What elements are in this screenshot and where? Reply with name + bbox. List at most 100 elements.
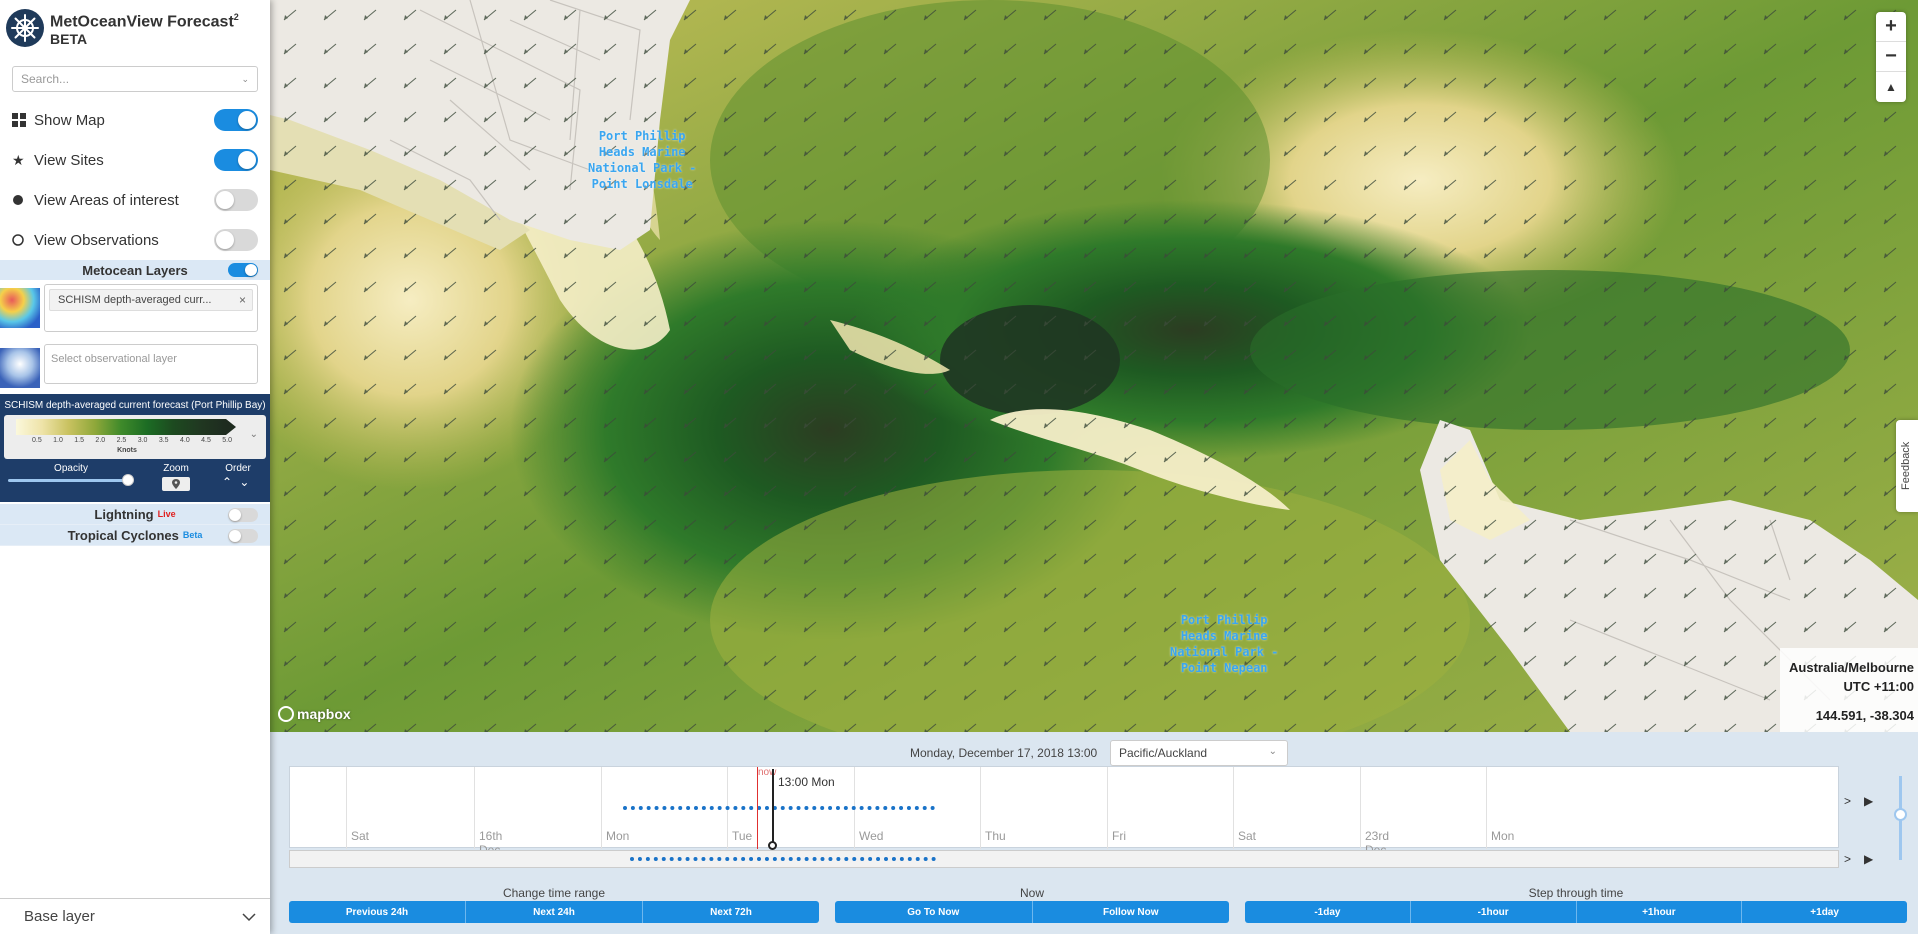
view-observations-switch[interactable] [214, 229, 258, 251]
order-label: Order [225, 463, 251, 474]
minus-1hour-button[interactable]: -1hour [1410, 901, 1577, 923]
legend-box[interactable]: 0.5 1.0 1.5 2.0 2.5 3.0 3.5 4.0 4.5 5.0 Knots ⌄ [4, 415, 266, 459]
feedback-tab[interactable]: Feedback [1896, 420, 1918, 512]
legend-tick: 1.0 [53, 437, 63, 444]
zoom-in-button[interactable]: + [1876, 12, 1906, 42]
observation-thumbnail[interactable] [0, 348, 40, 388]
observation-placeholder: Select observational layer [51, 353, 177, 365]
next-24h-button[interactable]: Next 24h [466, 901, 643, 923]
opacity-slider-track[interactable] [8, 479, 134, 482]
search-input[interactable]: Search... ⌄ [12, 66, 258, 92]
opacity-label: Opacity [54, 463, 88, 474]
base-layer-label: Base layer [24, 908, 95, 925]
lightning-label: Lightning [94, 506, 154, 522]
current-field-svg [270, 0, 1918, 732]
layer-controls: Opacity Zoom Order ⌃ ⌄ [4, 463, 266, 493]
mapbox-logo[interactable]: mapbox [278, 706, 351, 722]
view-areas-switch[interactable] [214, 189, 258, 211]
chevron-up-icon[interactable]: ⌃ [222, 475, 232, 489]
toggle-label: View Areas of interest [34, 191, 179, 209]
chevron-right-icon[interactable]: > [1844, 794, 1851, 808]
map-label-point-nepean[interactable]: Port Phillip Heads Marine National Park -P… [1170, 612, 1278, 676]
timeline-day-label: Tue [732, 829, 753, 843]
plus-1hour-button[interactable]: +1hour [1576, 901, 1743, 923]
dot-icon [12, 194, 34, 206]
toggle-view-areas: View Areas of interest [0, 180, 270, 220]
location-pin-icon [172, 479, 180, 489]
layer-thumbnail[interactable] [0, 288, 40, 328]
legend-unit: Knots [117, 447, 137, 454]
timeline-day-label: Mon [1491, 829, 1515, 843]
live-badge: Live [157, 509, 176, 519]
toggle-list: Show Map ★ View Sites View Areas of inte… [0, 100, 270, 260]
map-utc-offset: UTC +11:00 [1843, 679, 1914, 694]
chevron-down-icon[interactable]: ⌄ [250, 429, 258, 440]
chevron-down-icon [242, 912, 256, 921]
lightning-switch[interactable] [228, 508, 258, 522]
legend-panel: SCHISM depth-averaged current forecast (… [0, 394, 270, 502]
map-label-point-lonsdale[interactable]: Port Phillip Heads Marine National Park -P… [588, 128, 696, 192]
close-icon[interactable]: × [239, 293, 246, 307]
view-sites-switch[interactable] [214, 149, 258, 171]
map-coordinates: 144.591, -38.304 [1815, 708, 1914, 723]
time-cursor[interactable] [772, 769, 774, 847]
compass-button[interactable]: ▲ [1876, 72, 1906, 102]
legend-tick: 2.0 [95, 437, 106, 444]
metocean-layers-header: Metocean Layers [0, 260, 270, 280]
time-cursor-label: 13:00 Mon [778, 775, 835, 789]
tropical-cyclones-switch[interactable] [228, 529, 258, 543]
show-map-switch[interactable] [214, 109, 258, 131]
time-cursor-handle[interactable] [768, 841, 777, 850]
observation-layer-select[interactable]: Select observational layer [44, 344, 258, 384]
feedback-label: Feedback [1900, 441, 1912, 490]
toggle-label: View Sites [34, 151, 104, 169]
legend-color-bar [16, 419, 226, 435]
metocean-layer-row: SCHISM depth-averaged curr... × [0, 280, 270, 340]
app-subtitle: BETA [50, 30, 88, 47]
opacity-slider-thumb[interactable] [121, 474, 134, 486]
zoom-label: Zoom [163, 463, 189, 474]
timeline-day: Sat [1233, 767, 1256, 849]
next-72h-button[interactable]: Next 72h [643, 901, 819, 923]
section-title: Metocean Layers [82, 262, 188, 278]
beta-badge: Beta [182, 530, 203, 540]
slider-thumb[interactable] [1894, 808, 1907, 821]
chevron-down-icon: ⌄ [1268, 746, 1277, 757]
timeline-zoom-slider[interactable] [1890, 768, 1910, 868]
timeline-day: Sat [346, 767, 369, 849]
timeline-day-label: Sat [351, 829, 370, 843]
minus-1day-button[interactable]: -1day [1245, 901, 1411, 923]
timezone-value: Pacific/Auckland [1119, 746, 1208, 760]
observation-layer-row: Select observational layer [0, 340, 270, 394]
follow-now-button[interactable]: Follow Now [1032, 901, 1229, 923]
legend-arrow-icon [226, 419, 236, 435]
map-canvas[interactable]: Port Phillip Heads Marine National Park -P… [270, 0, 1918, 732]
go-to-now-button[interactable]: Go To Now [835, 901, 1033, 923]
zoom-to-layer-button[interactable] [162, 477, 190, 491]
timeline-track[interactable]: Mon 23rd Dec Sat Fri Thu Wed Tue Mon 16th Dec Sat… [289, 766, 1839, 857]
search-placeholder: Search... [21, 72, 70, 86]
chevron-right-icon[interactable]: > [1844, 852, 1851, 866]
tropical-cyclones-row: Tropical Cyclones Beta [0, 525, 270, 546]
timeline-day: Thu [980, 767, 1006, 849]
change-range-buttons: Previous 24h Next 24h Next 72h [289, 901, 819, 923]
now-buttons: Go To Now Follow Now [835, 901, 1229, 923]
zoom-out-button[interactable]: − [1876, 42, 1906, 72]
mapbox-icon [278, 706, 294, 722]
plus-1day-button[interactable]: +1day [1742, 901, 1907, 923]
timezone-select[interactable]: Pacific/Auckland ⌄ [1110, 740, 1288, 766]
metocean-layers-switch[interactable] [228, 263, 258, 277]
map-timezone: Australia/Melbourne [1789, 660, 1914, 675]
step-buttons: -1day -1hour +1hour +1day [1245, 901, 1907, 923]
legend-tick: 4.5 [201, 437, 211, 444]
base-layer-dropdown[interactable]: Base layer [0, 898, 270, 934]
chevron-down-icon[interactable]: ⌄ [239, 475, 249, 489]
play-icon[interactable]: ▶ [1864, 852, 1873, 866]
play-icon[interactable]: ▶ [1864, 794, 1873, 808]
layer-select[interactable]: SCHISM depth-averaged curr... × [44, 284, 258, 332]
timeline-day: Fri [1107, 767, 1126, 849]
selected-layer-chip[interactable]: SCHISM depth-averaged curr... × [49, 289, 253, 311]
previous-24h-button[interactable]: Previous 24h [289, 901, 466, 923]
timeline-scrollbar[interactable] [289, 850, 1839, 868]
timeline-day: Mon [1486, 767, 1514, 849]
